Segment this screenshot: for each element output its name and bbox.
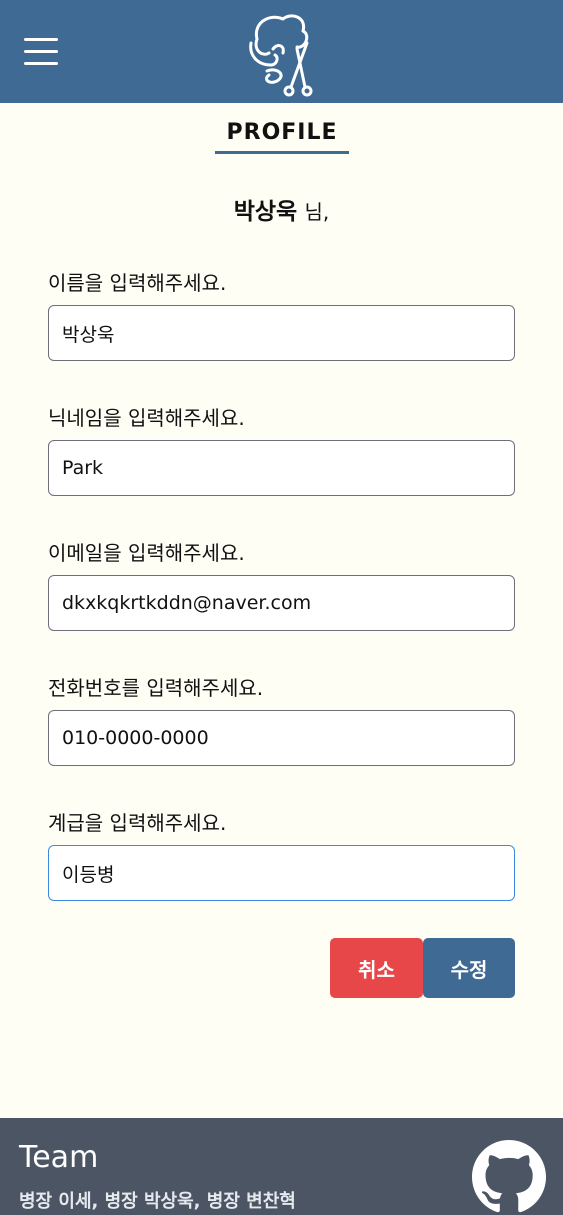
greeting: 박상욱 님, — [0, 192, 563, 226]
page-title-wrapper: PROFILE — [0, 120, 563, 154]
nickname-field[interactable] — [48, 440, 515, 496]
name-field-label: 이름을 입력해주세요. — [48, 271, 227, 295]
rank-field-label: 계급을 입력해주세요. — [48, 811, 227, 835]
hamburger-menu-icon[interactable] — [24, 38, 58, 66]
rank-field[interactable] — [48, 845, 515, 901]
footer-team-members: 병장 이세, 병장 박상욱, 병장 변찬혁 — [19, 1191, 296, 1212]
footer-title: Team — [19, 1140, 99, 1175]
app-header — [0, 0, 563, 103]
phone-field-label: 전화번호를 입력해주세요. — [48, 676, 264, 700]
greeting-user-name: 박상욱 — [233, 199, 298, 225]
cancel-button[interactable]: 취소 — [330, 938, 423, 998]
page-title: PROFILE — [214, 120, 349, 154]
email-field[interactable] — [48, 575, 515, 631]
phone-field[interactable] — [48, 710, 515, 766]
name-field[interactable] — [48, 305, 515, 361]
github-icon[interactable] — [472, 1140, 546, 1214]
email-field-label: 이메일을 입력해주세요. — [48, 541, 245, 565]
logo-icon[interactable] — [247, 9, 319, 97]
greeting-honorific: 님, — [304, 200, 330, 224]
edit-button[interactable]: 수정 — [423, 938, 515, 998]
app-footer: Team 병장 이세, 병장 박상욱, 병장 변찬혁 — [0, 1118, 563, 1215]
nickname-field-label: 닉네임을 입력해주세요. — [48, 406, 245, 430]
